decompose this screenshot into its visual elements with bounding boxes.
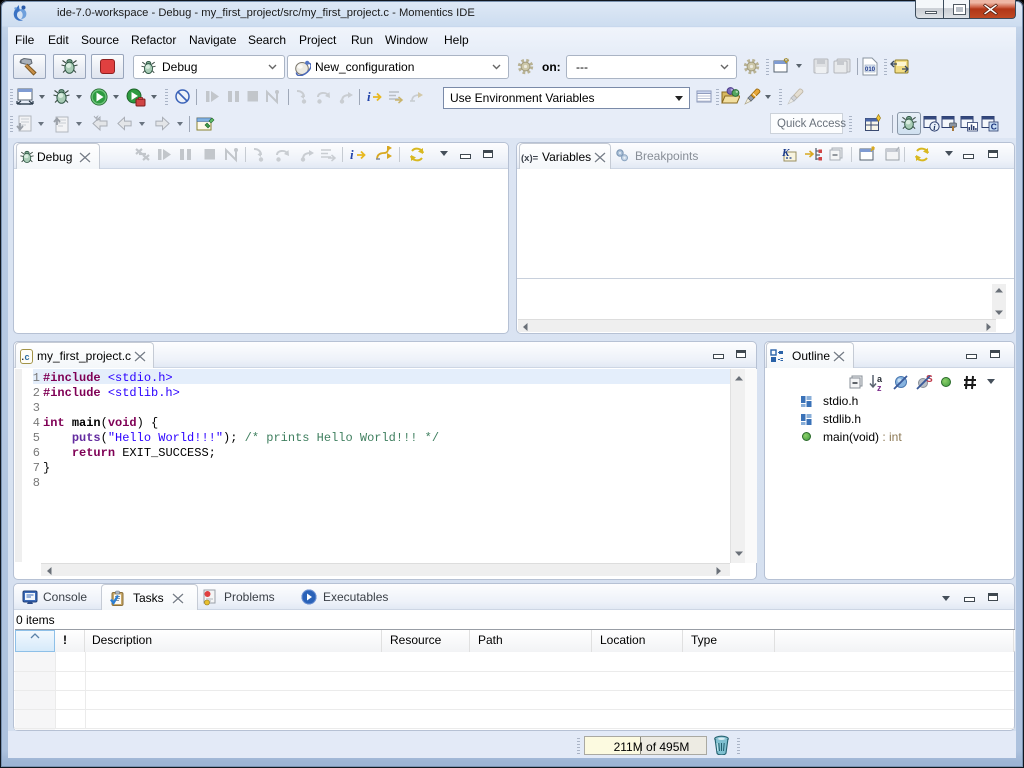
- svg-text:K: K: [781, 147, 790, 159]
- svg-text:(x)=: (x)=: [521, 153, 539, 163]
- svg-text:010: 010: [865, 67, 876, 73]
- svg-text:z: z: [877, 383, 882, 392]
- svg-text:C: C: [991, 122, 997, 132]
- svg-text:i: i: [367, 89, 371, 104]
- svg-text:i: i: [350, 147, 354, 162]
- svg-text:c: c: [25, 352, 30, 362]
